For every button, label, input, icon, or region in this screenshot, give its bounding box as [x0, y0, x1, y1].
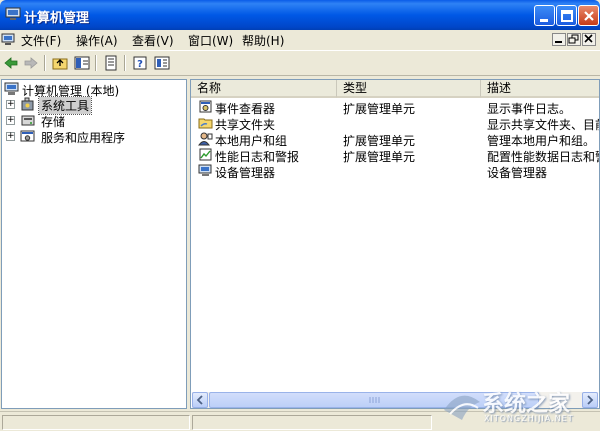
list-item[interactable]: 设备管理器 设备管理器	[191, 163, 599, 180]
tree-item-services-apps[interactable]: + 服务和应用程序	[2, 129, 186, 145]
column-header-description[interactable]: 描述	[481, 80, 599, 98]
list-item[interactable]: 事件查看器 扩展管理单元 显示事件日志。	[191, 99, 599, 116]
device-manager-icon	[198, 164, 212, 176]
tree-item-storage[interactable]: + 存储	[2, 113, 186, 129]
status-segment	[2, 415, 190, 430]
toolbar-separator	[124, 55, 126, 71]
maximize-button[interactable]	[556, 5, 577, 26]
close-icon	[584, 34, 593, 43]
console-icon	[1, 33, 15, 45]
menu-window[interactable]: 窗口(W)	[188, 32, 233, 49]
expander[interactable]: +	[6, 116, 15, 125]
expander[interactable]: +	[6, 132, 15, 141]
tree-item-label: 存储	[41, 115, 66, 129]
toolbar-separator	[44, 55, 46, 71]
column-header-name[interactable]: 名称	[191, 80, 337, 98]
item-description: 设备管理器	[487, 166, 548, 180]
item-name: 设备管理器	[215, 166, 276, 180]
status-segment	[192, 415, 432, 430]
help-icon[interactable]: ?	[131, 54, 149, 72]
show-hide-tree-icon[interactable]	[73, 54, 91, 72]
forward-icon[interactable]	[22, 54, 40, 72]
storage-icon	[21, 115, 35, 126]
minimize-icon	[540, 19, 548, 22]
computer-management-icon	[5, 7, 21, 20]
toolbar-separator	[95, 55, 97, 71]
list-item[interactable]: 性能日志和警报 扩展管理单元 配置性能数据日志和警	[191, 147, 599, 164]
computer-icon	[4, 82, 19, 95]
menu-help[interactable]: 帮助(H)	[242, 32, 284, 49]
minimize-icon	[555, 41, 562, 43]
properties-icon[interactable]	[153, 54, 171, 72]
close-icon	[584, 11, 594, 21]
event-viewer-icon	[199, 100, 212, 113]
title-bar[interactable]: 计算机管理	[0, 0, 600, 30]
site-watermark: 系统之家 XITONGZHIJIA.NET	[438, 380, 598, 428]
menu-file[interactable]: 文件(F)	[21, 32, 61, 49]
up-folder-icon[interactable]	[51, 54, 69, 72]
back-icon[interactable]	[2, 54, 20, 72]
details-list[interactable]: 名称 类型 描述 事件查看器 扩展管理单元 显示事件日志。 共享文件夹 显示共享…	[190, 79, 600, 409]
minimize-button[interactable]	[534, 5, 555, 26]
close-button[interactable]	[578, 5, 599, 26]
menu-view[interactable]: 查看(V)	[132, 32, 174, 49]
performance-logs-icon	[199, 148, 212, 161]
computer-management-window: 计算机管理 文件(F) 操作(A) 查看(V) 窗口(W) 帮助(H) ? 计算…	[0, 0, 600, 431]
export-list-icon[interactable]	[102, 54, 120, 72]
shared-folder-icon	[198, 118, 213, 129]
menu-action[interactable]: 操作(A)	[76, 32, 118, 49]
maximize-icon	[561, 10, 573, 22]
svg-text:?: ?	[137, 59, 143, 70]
child-close-button[interactable]	[582, 33, 596, 46]
column-header-type[interactable]: 类型	[337, 80, 481, 98]
services-icon	[20, 130, 35, 142]
system-tools-icon	[21, 97, 34, 111]
child-restore-button[interactable]	[567, 33, 581, 46]
window-title: 计算机管理	[24, 11, 90, 26]
tree-item-label: 服务和应用程序	[41, 131, 126, 145]
chevron-left-icon	[196, 395, 203, 405]
restore-icon	[568, 34, 579, 44]
child-minimize-button[interactable]	[552, 33, 566, 46]
expander[interactable]: +	[6, 100, 15, 109]
list-item[interactable]: 共享文件夹 显示共享文件夹、目前	[191, 115, 599, 132]
local-users-groups-icon	[198, 132, 213, 146]
list-item[interactable]: 本地用户和组 扩展管理单元 管理本地用户和组。	[191, 131, 599, 148]
scroll-left-button[interactable]	[192, 392, 208, 408]
tree-item-label: 系统工具	[37, 96, 93, 115]
tree-item-system-tools[interactable]: + 系统工具	[2, 96, 186, 115]
console-tree[interactable]: 计算机管理 (本地) + 系统工具 + 存储 + 服务和应用程序	[1, 79, 187, 409]
watermark-subtext: XITONGZHIJIA.NET	[484, 414, 574, 423]
